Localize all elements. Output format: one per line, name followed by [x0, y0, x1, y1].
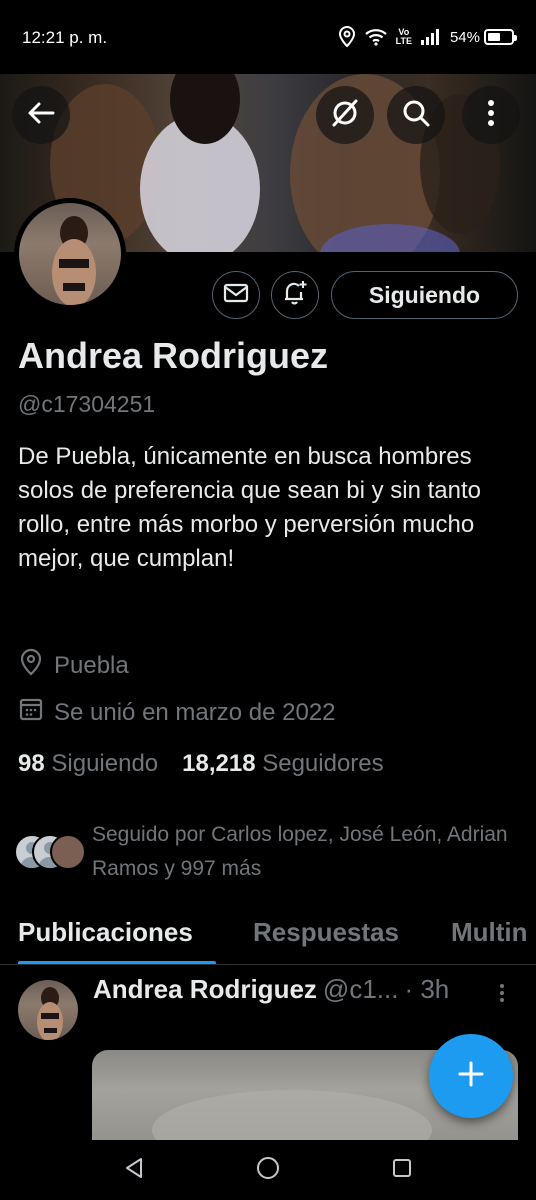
location-text: Puebla: [54, 651, 129, 679]
volte-bottom: LTE: [395, 36, 412, 46]
followers-label: Seguidores: [262, 750, 384, 777]
profile-location: Puebla: [18, 648, 129, 683]
volte-icon: Vo LTE: [396, 28, 412, 46]
profile-avatar[interactable]: [14, 198, 126, 310]
message-button[interactable]: [212, 271, 260, 319]
tweet-author-name[interactable]: Andrea Rodriguez: [93, 974, 317, 1005]
bell-plus-icon: [281, 279, 309, 312]
grok-button[interactable]: [316, 86, 374, 144]
followed-by-text: Seguido por Carlos lopez, José León, Adr…: [92, 823, 508, 880]
battery-fill: [488, 33, 500, 41]
mail-icon: [223, 282, 249, 309]
recents-square-icon: [391, 1157, 413, 1184]
back-button[interactable]: [12, 86, 70, 144]
nav-recents-button[interactable]: [388, 1156, 416, 1184]
following-label: Siguiendo: [51, 750, 159, 777]
signal-icon: [420, 29, 441, 45]
home-circle-icon: [255, 1155, 281, 1186]
back-arrow-icon: [26, 98, 56, 133]
profile-bio: De Puebla, únicamente en busca hombres s…: [18, 443, 481, 572]
wifi-icon: [364, 28, 387, 46]
nav-home-button[interactable]: [254, 1156, 282, 1184]
back-triangle-icon: [123, 1156, 145, 1185]
tab-multimedia[interactable]: Multin: [451, 917, 528, 948]
following-button[interactable]: Siguiendo: [331, 271, 518, 319]
follow-counts: 98 Siguiendo 18,218 Seguidores: [18, 750, 384, 778]
following-count-link[interactable]: 98 Siguiendo: [18, 750, 158, 778]
grok-icon: [330, 98, 360, 133]
search-icon: [401, 98, 431, 133]
more-button[interactable]: [462, 86, 520, 144]
followers-count-link[interactable]: 18,218 Seguidores: [182, 750, 384, 778]
profile-tabs: Publicaciones Respuestas Multin: [0, 905, 536, 965]
battery-icon: [484, 29, 517, 45]
tweet-avatar[interactable]: [18, 980, 78, 1040]
following-count: 98: [18, 750, 45, 777]
more-vertical-icon: [498, 984, 506, 1008]
tweet-header: Andrea Rodriguez @c1... · 3h: [93, 974, 449, 1005]
status-bar: 12:21 p. m. Vo LTE 54%: [0, 0, 536, 74]
joined-text: Se unió en marzo de 2022: [54, 698, 336, 726]
nav-back-button[interactable]: [120, 1156, 148, 1184]
plus-icon: [457, 1060, 485, 1093]
more-vertical-icon: [487, 98, 495, 133]
status-icons: Vo LTE 54%: [338, 24, 517, 50]
tweet-time: · 3h: [404, 974, 450, 1004]
profile-handle: @c17304251: [18, 391, 156, 417]
tab-indicator: [18, 961, 216, 964]
profile-name: Andrea Rodriguez: [18, 335, 329, 376]
battery: 54%: [449, 28, 517, 46]
battery-level: 54%: [449, 28, 480, 46]
notify-button[interactable]: [271, 271, 319, 319]
followed-by[interactable]: Seguido por Carlos lopez, José León, Adr…: [14, 818, 532, 886]
location-icon: [338, 26, 356, 48]
search-button[interactable]: [387, 86, 445, 144]
compose-button[interactable]: [429, 1034, 513, 1118]
tab-respuestas[interactable]: Respuestas: [253, 917, 399, 948]
avatar: [50, 834, 86, 870]
tweet-author-handle: @c1...: [322, 974, 399, 1004]
calendar-icon: [18, 696, 44, 729]
system-nav-bar: [0, 1140, 536, 1200]
status-time: 12:21 p. m.: [22, 28, 108, 47]
followers-count: 18,218: [182, 750, 256, 777]
location-pin-icon: [18, 648, 44, 683]
profile-joined: Se unió en marzo de 2022: [18, 696, 336, 729]
followed-by-avatars: [14, 832, 90, 872]
tweet-more-button[interactable]: [498, 982, 506, 1009]
tab-publicaciones[interactable]: Publicaciones: [18, 917, 193, 948]
